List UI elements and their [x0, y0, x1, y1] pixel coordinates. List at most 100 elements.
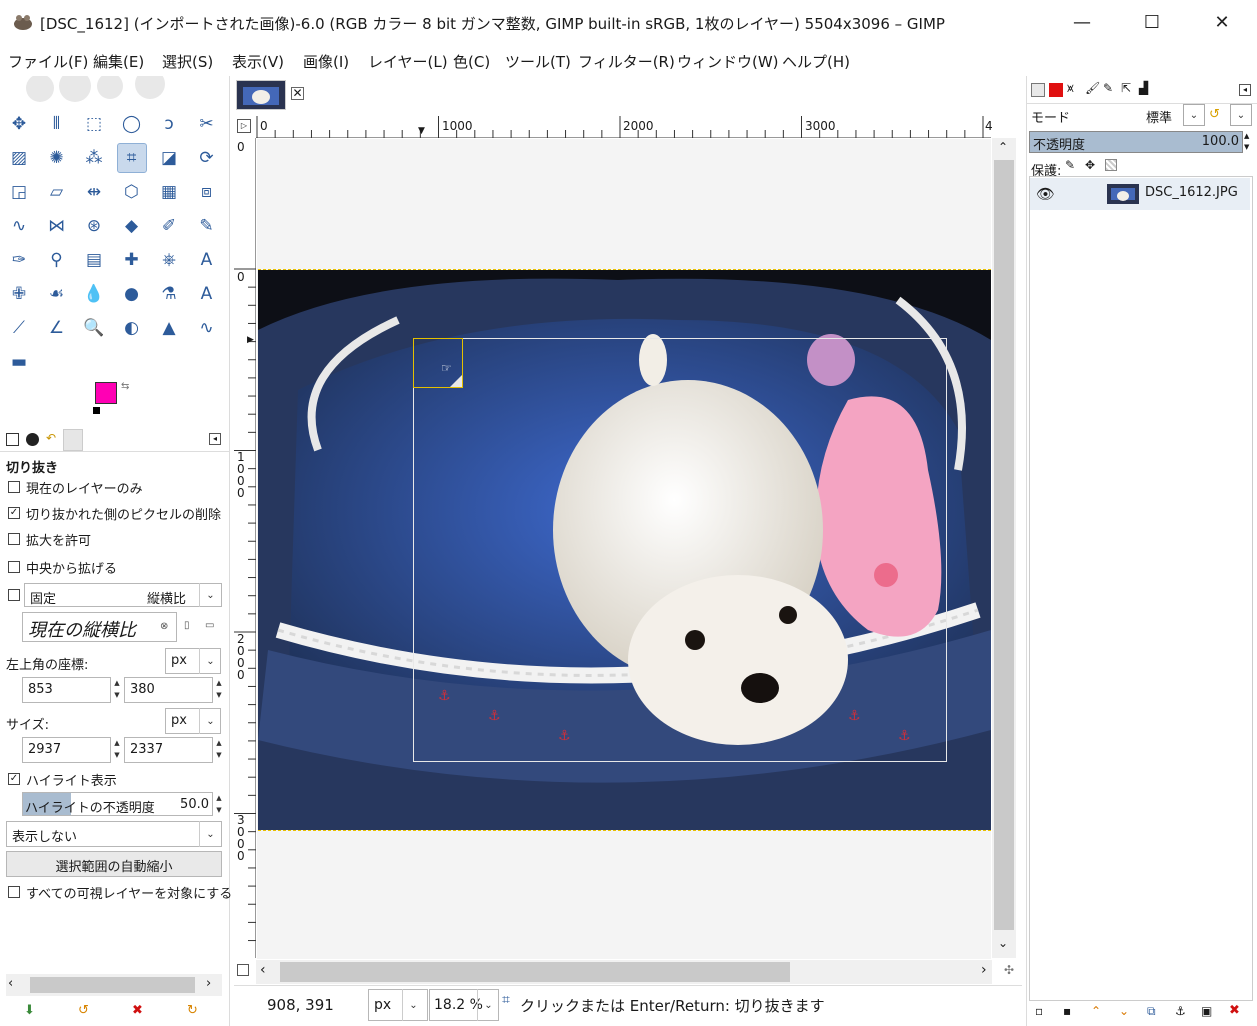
clear-entry-icon[interactable]: ⊗	[160, 621, 168, 632]
flip-icon[interactable]: ⇹	[79, 177, 109, 207]
foreground-color-swatch[interactable]	[95, 382, 117, 404]
chevron-down-icon[interactable]: ⌄	[402, 989, 424, 1021]
levels-icon[interactable]: ▲	[154, 313, 184, 343]
layers-list[interactable]	[1029, 176, 1253, 1001]
chevron-down-icon[interactable]: ⌄	[1230, 104, 1252, 126]
mypaint-icon[interactable]: ▤	[79, 245, 109, 275]
maximize-button[interactable]: ☐	[1117, 0, 1187, 44]
pos-x-spinner[interactable]: ▲ ▼	[111, 677, 123, 703]
scissors-select-icon[interactable]: ✂	[192, 109, 222, 139]
dodge-burn-icon[interactable]: ◐	[117, 313, 147, 343]
tab-close-icon[interactable]: ✕	[291, 87, 304, 100]
eraser-icon[interactable]: ◆	[117, 211, 147, 241]
perspective-icon[interactable]: ⧈	[192, 177, 222, 207]
tab-brushes-icon[interactable]	[26, 433, 39, 446]
tab-undo-icon[interactable]: ↶	[46, 431, 56, 445]
airbrush-icon[interactable]: ⚲	[42, 245, 72, 275]
raise-layer-icon[interactable]: ⌃	[1091, 1004, 1101, 1018]
measure-icon[interactable]: ⚗	[154, 279, 184, 309]
cage-transform-icon[interactable]: ⬡	[117, 177, 147, 207]
menu-tools[interactable]: ツール(T)	[505, 51, 571, 72]
width-spinner[interactable]: ▲ ▼	[111, 737, 123, 763]
unified-transform-icon[interactable]: ◪	[154, 143, 184, 173]
color-picker-icon[interactable]: ⟋	[4, 313, 34, 343]
ruler-horizontal[interactable]: 0 1000 2000 3000 4 ▼	[256, 116, 993, 138]
dodge-icon[interactable]: ☙	[42, 279, 72, 309]
close-button[interactable]: ✕	[1187, 0, 1257, 44]
text-tool-icon[interactable]: A	[192, 279, 222, 309]
warp-transform-icon[interactable]: ▦	[154, 177, 184, 207]
options-hscroll[interactable]: ‹ ›	[6, 974, 222, 996]
smudge-icon[interactable]: ∿	[4, 211, 34, 241]
tab-brushes-icon[interactable]: 🖌	[1085, 81, 1100, 95]
pos-y-input[interactable]: 380	[124, 677, 213, 703]
height-input[interactable]: 2337	[124, 737, 213, 763]
duplicate-layer-icon[interactable]: ⧉	[1147, 1004, 1156, 1019]
chevron-right-icon[interactable]: ›	[206, 976, 211, 991]
bandaid-icon[interactable]: ✙	[4, 279, 34, 309]
fixed-checkbox[interactable]	[8, 589, 20, 601]
fuzzy-select-icon[interactable]: ▨	[4, 143, 34, 173]
color-select-icon[interactable]: ⁂	[79, 143, 109, 173]
crop-rectangle[interactable]	[413, 338, 947, 762]
image-tab[interactable]	[236, 80, 286, 110]
height-spinner[interactable]: ▲ ▼	[213, 737, 225, 763]
save-preset-icon[interactable]: ⬇	[24, 1003, 35, 1018]
chevron-left-icon[interactable]: ‹	[260, 962, 266, 978]
scale-icon[interactable]: ◲	[4, 177, 34, 207]
ruler-vertical[interactable]: 0 0 1 0 0 0 2 0 0 0 3 0 0 0 ▶	[234, 138, 256, 958]
align-icon[interactable]: ⫴	[42, 109, 72, 139]
delete-cropped-checkbox[interactable]: ✓	[8, 507, 20, 519]
reset-icon[interactable]: ↻	[187, 1003, 198, 1018]
blur-icon[interactable]: 💧	[79, 279, 109, 309]
landscape-icon[interactable]: ▭	[205, 620, 214, 631]
tab-device-icon[interactable]	[63, 429, 83, 451]
chevron-down-icon[interactable]: ⌄	[998, 936, 1008, 950]
chevron-down-icon[interactable]: ⌄	[1183, 104, 1205, 126]
tab-paths-icon[interactable]: ⩙	[1067, 81, 1074, 96]
paintbrush-icon[interactable]: ✐	[154, 211, 184, 241]
menu-filters[interactable]: フィルター(R)	[578, 51, 675, 72]
chevron-down-icon[interactable]: ⌄	[199, 583, 221, 607]
lock-alpha-icon[interactable]	[1105, 159, 1117, 171]
delete-preset-icon[interactable]: ✖	[132, 1003, 143, 1018]
crop-icon[interactable]: ⌗	[116, 143, 147, 173]
magic-wand-icon[interactable]: ✺	[42, 143, 72, 173]
configure-tab-icon[interactable]: ◂	[209, 433, 221, 445]
opacity-spinner[interactable]: ▲ ▼	[1244, 131, 1249, 153]
measure-angle-icon[interactable]: ∠	[42, 313, 72, 343]
curves-icon[interactable]: ∿	[192, 313, 222, 343]
clone-icon[interactable]: ⊛	[79, 211, 109, 241]
tab-channels-icon[interactable]	[1049, 83, 1063, 97]
rotate-icon[interactable]: ⟳	[192, 143, 222, 173]
paths-icon[interactable]: ⋈	[42, 211, 72, 241]
current-layer-only-checkbox[interactable]	[8, 481, 20, 493]
lock-pixels-icon[interactable]: ✎	[1065, 158, 1075, 172]
tab-patterns-icon[interactable]: ✎	[1103, 81, 1113, 95]
chevron-right-icon[interactable]: ›	[981, 962, 987, 978]
eye-visibility-icon[interactable]: 👁	[1036, 185, 1055, 203]
menu-image[interactable]: 画像(I)	[303, 51, 349, 72]
guides-select[interactable]: 表示しない	[6, 821, 222, 847]
lock-position-icon[interactable]: ✥	[1085, 158, 1095, 172]
mode-value[interactable]: 標準	[1146, 107, 1172, 126]
aspect-ratio-field[interactable]: 現在の縦横比	[22, 612, 177, 642]
configure-tab-icon[interactable]: ◂	[1239, 84, 1251, 96]
move-icon[interactable]: ✥	[4, 109, 34, 139]
portrait-icon[interactable]: ▯	[184, 620, 190, 631]
zoom-icon[interactable]: 🔍	[79, 313, 109, 343]
navigate-icon[interactable]: ✣	[1004, 963, 1014, 977]
opacity-slider[interactable]: 不透明度 100.0	[1029, 131, 1243, 153]
gradient-icon[interactable]: ▬	[4, 347, 34, 377]
chevron-down-icon[interactable]: ⌄	[199, 821, 221, 847]
new-group-icon[interactable]: ▪	[1063, 1004, 1071, 1018]
auto-shrink-button[interactable]: 選択範囲の自動縮小	[6, 851, 222, 877]
tab-histogram-icon[interactable]: ▟	[1139, 81, 1148, 95]
ellipse-select-icon[interactable]: ◯	[117, 109, 147, 139]
crop-corner-handle[interactable]: ☞	[413, 338, 463, 388]
swap-colors-icon[interactable]: ⇆	[121, 381, 129, 392]
restore-preset-icon[interactable]: ↺	[78, 1003, 89, 1018]
fixed-mode-select[interactable]: 固定 縦横比	[24, 583, 222, 607]
menu-file[interactable]: ファイル(F)	[8, 51, 88, 72]
highlight-opacity-slider[interactable]: ハイライトの不透明度 50.0	[22, 792, 213, 816]
